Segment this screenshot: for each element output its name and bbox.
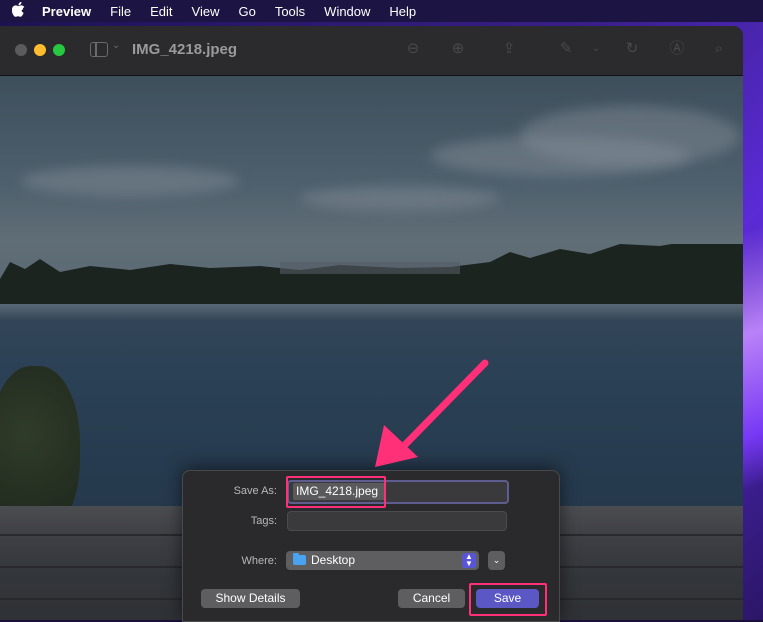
chevron-down-icon[interactable]: ⌄ <box>112 40 120 51</box>
folder-icon <box>293 553 306 565</box>
highlight-box-save <box>469 583 547 616</box>
tags-input[interactable] <box>287 511 507 531</box>
save-as-label: Save As: <box>233 485 277 497</box>
where-label: Where: <box>241 555 277 567</box>
menu-tools[interactable]: Tools <box>275 4 305 19</box>
menu-app-preview[interactable]: Preview <box>42 4 91 19</box>
annotation-arrow-icon <box>375 359 489 467</box>
markup-chevron-icon[interactable]: ⌄ <box>587 40 605 58</box>
where-popup-button[interactable]: Desktop ▲ ▼ <box>286 551 479 570</box>
updown-chevron-icon: ▲ ▼ <box>462 553 476 568</box>
share-icon[interactable]: ⇪ <box>500 40 518 58</box>
menu-file[interactable]: File <box>110 4 131 19</box>
where-value: Desktop <box>311 553 356 567</box>
tags-label: Tags: <box>250 515 277 527</box>
expand-chevron-button[interactable]: ⌄ <box>488 551 505 570</box>
zoom-in-icon[interactable]: ⊕ <box>449 40 467 58</box>
menu-go[interactable]: Go <box>238 4 255 19</box>
apple-icon[interactable] <box>11 1 28 20</box>
title-bar: ⌄ IMG_4218.jpeg ⊖ ⊕ ⇪ ✎ ⌄ ↻ Ⓐ ⌕ <box>0 26 743 76</box>
rotate-icon[interactable]: ↻ <box>623 40 641 58</box>
zoom-window-button[interactable] <box>53 44 65 56</box>
search-icon[interactable]: ⌕ <box>710 40 728 58</box>
annotate-icon[interactable]: Ⓐ <box>668 40 686 58</box>
menu-edit[interactable]: Edit <box>150 4 172 19</box>
close-window-button[interactable] <box>15 44 27 56</box>
document-title: IMG_4218.jpeg <box>132 41 238 58</box>
zoom-out-icon[interactable]: ⊖ <box>404 40 422 58</box>
highlight-box-save-as <box>286 476 386 508</box>
menu-bar: Preview File Edit View Go Tools Window H… <box>0 0 763 22</box>
menu-help[interactable]: Help <box>389 4 416 19</box>
minimize-window-button[interactable] <box>34 44 46 56</box>
cancel-button[interactable]: Cancel <box>398 589 465 608</box>
menu-window[interactable]: Window <box>324 4 370 19</box>
show-details-button[interactable]: Show Details <box>201 589 300 608</box>
sidebar-toggle-icon[interactable] <box>90 42 108 57</box>
menu-view[interactable]: View <box>192 4 220 19</box>
markup-icon[interactable]: ✎ <box>557 40 575 58</box>
